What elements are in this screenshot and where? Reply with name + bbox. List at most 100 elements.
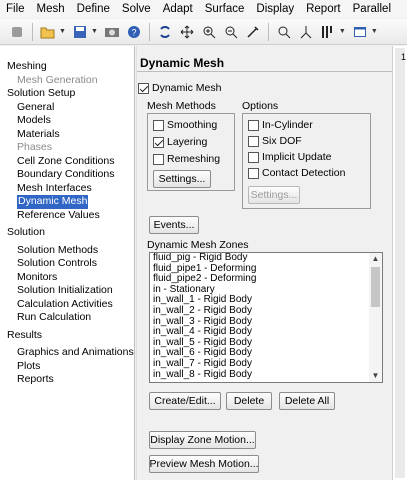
preview-mesh-motion-button[interactable]: Preview Mesh Motion... bbox=[149, 455, 259, 473]
graphics-window-edge: 1 bbox=[392, 46, 407, 480]
smoothing-checkbox[interactable]: Smoothing bbox=[153, 119, 217, 131]
implicit-update-checkbox[interactable]: Implicit Update bbox=[248, 151, 331, 163]
options-settings-button[interactable]: Settings... bbox=[248, 186, 300, 204]
panel-title: Dynamic Mesh bbox=[137, 56, 393, 72]
menu-display[interactable]: Display bbox=[250, 3, 300, 15]
save-icon[interactable] bbox=[71, 23, 89, 41]
chevron-up-icon[interactable]: ▲ bbox=[369, 253, 382, 265]
menu-mesh[interactable]: Mesh bbox=[31, 3, 71, 15]
checkbox-icon bbox=[153, 119, 164, 131]
tree-item-mesh-interfaces[interactable]: Mesh Interfaces bbox=[0, 182, 134, 196]
stop-icon[interactable] bbox=[8, 23, 26, 41]
mesh-methods-title: Mesh Methods bbox=[147, 100, 216, 112]
menu-define[interactable]: Define bbox=[71, 3, 116, 15]
chevron-down-icon[interactable]: ▼ bbox=[369, 370, 382, 382]
zoom-box-icon[interactable] bbox=[222, 23, 240, 41]
options-title: Options bbox=[242, 100, 279, 112]
chevron-down-icon[interactable]: ▼ bbox=[91, 28, 98, 35]
pan-icon[interactable] bbox=[178, 23, 196, 41]
checkbox-icon bbox=[153, 136, 164, 148]
tree-item-solution-setup[interactable]: Solution Setup bbox=[0, 87, 134, 101]
navigation-tree: Meshing Mesh Generation Solution Setup G… bbox=[0, 46, 135, 480]
rotate-icon[interactable] bbox=[156, 23, 174, 41]
checkbox-icon bbox=[153, 153, 164, 165]
list-item[interactable]: in_wall_8 - Rigid Body bbox=[150, 369, 382, 381]
chevron-down-icon[interactable]: ▼ bbox=[339, 28, 346, 35]
contact-detection-checkbox[interactable]: Contact Detection bbox=[248, 167, 345, 179]
tree-item-solution-controls[interactable]: Solution Controls bbox=[0, 257, 134, 271]
dynamic-mesh-zones-list[interactable]: fluid_pig - Rigid Body fluid_pipe1 - Def… bbox=[149, 252, 383, 383]
checkbox-icon bbox=[248, 119, 259, 131]
tree-item-solution-initialization[interactable]: Solution Initialization bbox=[0, 284, 134, 298]
window-icon[interactable] bbox=[351, 23, 369, 41]
tree-item-calculation-activities[interactable]: Calculation Activities bbox=[0, 298, 134, 312]
tree-item-reports[interactable]: Reports bbox=[0, 373, 134, 387]
delete-button[interactable]: Delete bbox=[226, 392, 272, 410]
toolbar: ▼ ▼ ? ▼ ▼ bbox=[0, 19, 407, 45]
list-item[interactable]: in_wall_2 - Rigid Body bbox=[150, 305, 382, 317]
open-icon[interactable] bbox=[39, 23, 57, 41]
tree-item-run-calculation[interactable]: Run Calculation bbox=[0, 311, 134, 325]
layering-checkbox[interactable]: Layering bbox=[153, 136, 207, 148]
menu-bar: File Mesh Define Solve Adapt Surface Dis… bbox=[0, 0, 407, 18]
tree-item-dynamic-mesh[interactable]: Dynamic Mesh bbox=[0, 195, 134, 209]
tree-item-solution-methods[interactable]: Solution Methods bbox=[0, 244, 134, 258]
mesh-methods-group: Smoothing Layering Remeshing Settings... bbox=[147, 113, 235, 191]
menu-report[interactable]: Report bbox=[300, 3, 347, 15]
panel-scrollbar[interactable] bbox=[395, 48, 405, 478]
tree-item-models[interactable]: Models bbox=[0, 114, 134, 128]
list-item[interactable]: fluid_pig - Rigid Body bbox=[150, 253, 382, 264]
menu-solve[interactable]: Solve bbox=[116, 3, 157, 15]
tree-item-phases[interactable]: Phases bbox=[0, 141, 134, 155]
dynamic-mesh-panel: Dynamic Mesh Dynamic Mesh Mesh Methods S… bbox=[136, 46, 393, 480]
menu-parallel[interactable]: Parallel bbox=[347, 3, 397, 15]
checkbox-icon bbox=[248, 151, 259, 163]
toolbar-separator bbox=[148, 22, 150, 41]
zones-scrollbar[interactable]: ▲ ▼ bbox=[369, 253, 382, 382]
tree-item-general[interactable]: General bbox=[0, 101, 134, 115]
tree-item-graphics-and-animations[interactable]: Graphics and Animations bbox=[0, 346, 134, 360]
scrollbar-thumb[interactable] bbox=[371, 267, 380, 307]
tree-item-plots[interactable]: Plots bbox=[0, 360, 134, 374]
remeshing-checkbox[interactable]: Remeshing bbox=[153, 153, 220, 165]
svg-text:?: ? bbox=[131, 27, 136, 37]
toolbar-separator bbox=[267, 22, 269, 41]
menu-file[interactable]: File bbox=[0, 3, 31, 15]
help-icon[interactable]: ? bbox=[125, 23, 143, 41]
checkbox-icon bbox=[248, 135, 259, 147]
tree-item-boundary-conditions[interactable]: Boundary Conditions bbox=[0, 168, 134, 182]
menu-adapt[interactable]: Adapt bbox=[157, 3, 199, 15]
create-edit-button[interactable]: Create/Edit... bbox=[149, 392, 221, 410]
probe-icon[interactable] bbox=[244, 23, 262, 41]
delete-all-button[interactable]: Delete All bbox=[279, 392, 335, 410]
zoom-fit-icon[interactable] bbox=[275, 23, 293, 41]
window-number: 1 bbox=[401, 52, 407, 62]
in-cylinder-checkbox[interactable]: In-Cylinder bbox=[248, 119, 313, 131]
checkbox-icon bbox=[138, 82, 149, 94]
tree-item-mesh-generation[interactable]: Mesh Generation bbox=[0, 74, 134, 88]
checkbox-icon bbox=[248, 167, 259, 179]
tree-item-results[interactable]: Results bbox=[0, 329, 134, 343]
options-group: In-Cylinder Six DOF Implicit Update Cont… bbox=[242, 113, 371, 209]
axes-icon[interactable] bbox=[297, 23, 315, 41]
list-item[interactable]: in_wall_7 - Rigid Body bbox=[150, 358, 382, 370]
tree-item-meshing[interactable]: Meshing bbox=[0, 60, 134, 74]
tree-item-monitors[interactable]: Monitors bbox=[0, 271, 134, 285]
six-dof-checkbox[interactable]: Six DOF bbox=[248, 135, 302, 147]
capture-icon[interactable] bbox=[103, 23, 121, 41]
events-button[interactable]: Events... bbox=[149, 216, 199, 234]
menu-surface[interactable]: Surface bbox=[199, 3, 251, 15]
tree-item-solution[interactable]: Solution bbox=[0, 226, 134, 240]
mesh-methods-settings-button[interactable]: Settings... bbox=[153, 170, 211, 188]
zoom-in-icon[interactable] bbox=[200, 23, 218, 41]
tree-item-materials[interactable]: Materials bbox=[0, 128, 134, 142]
layout-icon[interactable] bbox=[319, 23, 337, 41]
display-zone-motion-button[interactable]: Display Zone Motion... bbox=[149, 431, 256, 449]
chevron-down-icon[interactable]: ▼ bbox=[59, 28, 66, 35]
chevron-down-icon[interactable]: ▼ bbox=[371, 28, 378, 35]
tree-item-reference-values[interactable]: Reference Values bbox=[0, 209, 134, 223]
dynamic-mesh-zones-title: Dynamic Mesh Zones bbox=[147, 239, 249, 251]
toolbar-separator bbox=[32, 22, 33, 41]
dynamic-mesh-checkbox[interactable]: Dynamic Mesh bbox=[138, 82, 221, 94]
tree-item-cell-zone-conditions[interactable]: Cell Zone Conditions bbox=[0, 155, 134, 169]
